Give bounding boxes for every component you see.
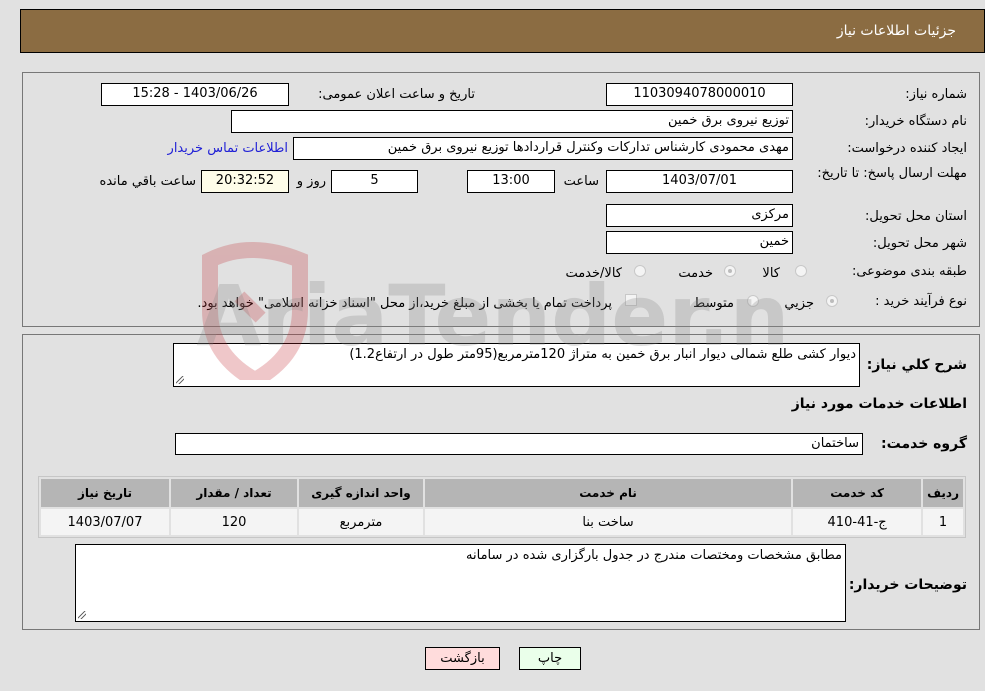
buyer-contact-link[interactable]: اطلاعات تماس خریدار (168, 141, 288, 156)
table-row: 1 ج-41-410 ساخت بنا مترمربع 120 1403/07/… (41, 509, 963, 535)
cell-unit: مترمربع (299, 509, 423, 535)
services-table: ردیف کد خدمت نام خدمت واحد اندازه گیری ت… (38, 476, 966, 538)
table-header-row: ردیف کد خدمت نام خدمت واحد اندازه گیری ت… (41, 479, 963, 507)
buyer-notes-label: توضیحات خریدار: (848, 577, 967, 593)
category-radio-goods[interactable] (795, 265, 807, 277)
print-button[interactable]: چاپ (519, 647, 581, 670)
col-service-name: نام خدمت (425, 479, 792, 507)
category-option-service: خدمت (678, 266, 713, 281)
cell-quantity: 120 (171, 509, 297, 535)
category-option-goods-service: کالا/خدمت (565, 266, 622, 281)
deadline-time-label: ساعت (563, 174, 599, 189)
purchase-radio-minor[interactable] (826, 295, 838, 307)
category-label: طبقه بندی موضوعی: (851, 264, 967, 279)
back-button[interactable]: بازگشت (425, 647, 500, 670)
purchase-option-medium: متوسط (693, 296, 734, 311)
province-field[interactable]: مرکزی (606, 204, 793, 227)
services-section-title: اطلاعات خدمات مورد نیاز (791, 396, 967, 412)
summary-text: دیوار کشی طلع شمالی دیوار انبار برق خمین… (349, 347, 856, 362)
summary-textarea[interactable]: دیوار کشی طلع شمالی دیوار انبار برق خمین… (173, 343, 860, 387)
cell-need-date: 1403/07/07 (41, 509, 169, 535)
deadline-label: مهلت ارسال پاسخ: تا تاریخ: (817, 166, 967, 181)
city-label: شهر محل تحویل: (872, 236, 967, 251)
buyer-org-field[interactable]: توزیع نیروی برق خمین (231, 110, 793, 133)
treasury-checkbox[interactable] (625, 294, 637, 306)
buyer-notes-text: مطابق مشخصات ومختصات مندرج در جدول بارگز… (466, 548, 842, 563)
cell-service-name: ساخت بنا (425, 509, 792, 535)
requester-label: ایجاد کننده درخواست: (847, 141, 967, 156)
purchase-type-label: نوع فرآیند خرید : (875, 294, 967, 309)
category-option-goods: کالا (762, 266, 780, 281)
category-radio-service[interactable] (724, 265, 736, 277)
col-quantity: تعداد / مقدار (171, 479, 297, 507)
page-header: جزئیات اطلاعات نیاز (20, 9, 985, 53)
deadline-date-field[interactable]: 1403/07/01 (606, 170, 793, 193)
purchase-option-minor: جزيي (784, 296, 814, 311)
category-radio-goods-service[interactable] (634, 265, 646, 277)
announce-datetime-field[interactable]: 1403/06/26 - 15:28 (101, 83, 289, 106)
cell-service-code: ج-41-410 (793, 509, 922, 535)
remaining-days-field: 5 (331, 170, 418, 193)
col-unit: واحد اندازه گیری (299, 479, 423, 507)
col-need-date: تاریخ نیاز (41, 479, 169, 507)
col-service-code: کد خدمت (793, 479, 922, 507)
purchase-radio-medium[interactable] (747, 295, 759, 307)
service-group-field[interactable]: ساختمان (175, 433, 863, 455)
summary-label: شرح کلي نياز: (866, 357, 967, 373)
announce-datetime-label: تاریخ و ساعت اعلان عمومی: (318, 87, 475, 102)
remaining-label: ساعت باقي مانده (99, 174, 196, 189)
remaining-time-field: 20:32:52 (201, 170, 289, 193)
col-row-number: ردیف (923, 479, 963, 507)
page-title: جزئیات اطلاعات نیاز (836, 23, 956, 39)
cell-row-number: 1 (923, 509, 963, 535)
buyer-org-label: نام دستگاه خریدار: (864, 114, 967, 129)
days-label: روز و (296, 174, 326, 189)
requester-field[interactable]: مهدی محمودی کارشناس تدارکات وکنترل قرارد… (293, 137, 793, 160)
city-field[interactable]: خمین (606, 231, 793, 254)
treasury-note: پرداخت تمام یا بخشی از مبلغ خرید،از محل … (197, 296, 612, 311)
buyer-notes-textarea[interactable]: مطابق مشخصات ومختصات مندرج در جدول بارگز… (75, 544, 846, 622)
need-number-label: شماره نیاز: (905, 87, 967, 102)
resize-handle-icon[interactable] (176, 376, 184, 384)
deadline-time-field[interactable]: 13:00 (467, 170, 555, 193)
province-label: استان محل تحویل: (865, 209, 967, 224)
service-group-label: گروه خدمت: (881, 436, 967, 452)
resize-handle-icon[interactable] (78, 611, 86, 619)
need-number-field[interactable]: 1103094078000010 (606, 83, 793, 106)
